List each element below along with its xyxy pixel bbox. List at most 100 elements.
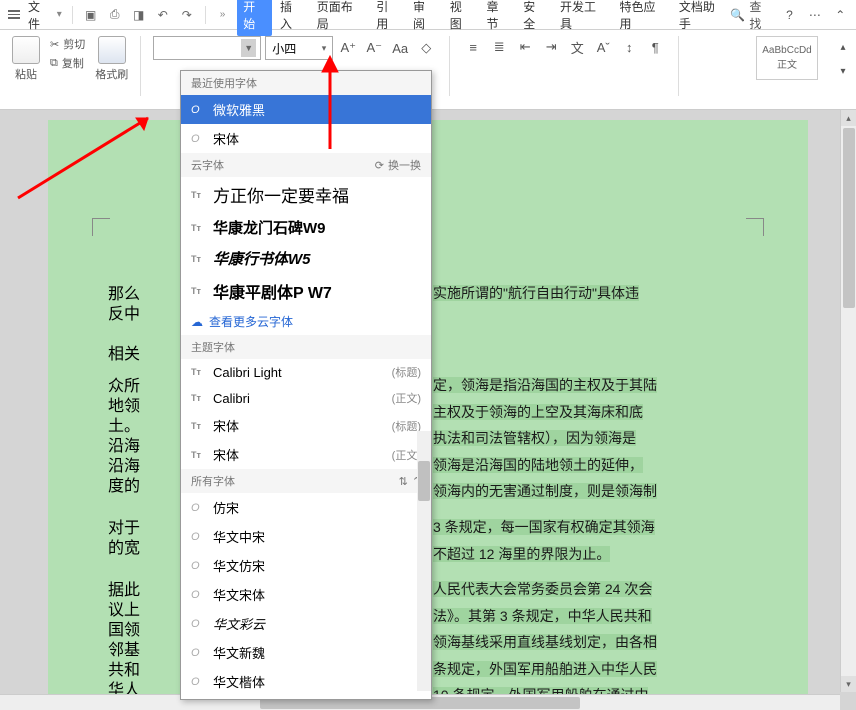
caret-icon[interactable]: ⌃: [833, 7, 848, 23]
hamburger-icon[interactable]: [8, 10, 20, 19]
style-down-button[interactable]: ▾: [832, 60, 854, 82]
indent-dec-button[interactable]: ⇤: [514, 36, 536, 58]
paragraph-group: ≡ ≣ ⇤ ⇥ 文 Aˇ ↕ ¶: [462, 36, 666, 62]
font-item[interactable]: O华文中宋: [181, 522, 431, 551]
redo-icon[interactable]: ↷: [179, 7, 195, 23]
opentype-icon: O: [191, 647, 205, 659]
shrink-font-button[interactable]: A⁻: [363, 37, 385, 59]
help-icon[interactable]: ?: [782, 7, 797, 23]
cut-button[interactable]: ✂ 剪切: [50, 36, 85, 52]
clipboard-group: 粘贴 ✂ 剪切 ⧉ 复制 格式刷: [12, 36, 128, 82]
more-cloud-fonts-link[interactable]: ☁ 查看更多云字体: [181, 308, 431, 335]
font-item[interactable]: Tᴛ 华康龙门石碑W9: [181, 212, 431, 243]
font-item[interactable]: O华文新魏: [181, 638, 431, 667]
font-item[interactable]: O微软雅黑: [181, 95, 431, 124]
truetype-icon: Tᴛ: [191, 223, 205, 233]
tab-5[interactable]: 视图: [444, 0, 479, 36]
font-item[interactable]: TᴛCalibri(正文): [181, 385, 431, 411]
swap-label[interactable]: 换一换: [388, 157, 421, 173]
preview-icon[interactable]: ◨: [131, 7, 147, 23]
cloud-icon: ☁: [191, 315, 203, 329]
opentype-icon: O: [191, 531, 205, 543]
vertical-scrollbar[interactable]: ▴ ▾: [840, 110, 856, 692]
font-dropdown: 最近使用字体 O微软雅黑O宋体 云字体 ⟳ 换一换 Tᴛ方正你一定要幸福Tᴛ华康…: [180, 70, 432, 700]
tab-2[interactable]: 页面布局: [311, 0, 368, 36]
scroll-down-button[interactable]: ▾: [841, 676, 856, 692]
sort-icon[interactable]: ⇅: [399, 475, 408, 488]
font-item[interactable]: O 华文彩云: [181, 609, 431, 638]
search-btn[interactable]: 🔍 查找: [730, 0, 771, 32]
truetype-icon: Tᴛ: [191, 286, 205, 296]
font-item[interactable]: O宋体: [181, 124, 431, 153]
font-item[interactable]: O华文琥珀: [181, 696, 431, 700]
opentype-icon: O: [191, 104, 205, 116]
tab-3[interactable]: 引用: [370, 0, 405, 36]
paragraph: 人民代表大会常务委员会第 24 次会法》。其第 3 条规定，中华人民共和领海基线…: [433, 576, 748, 710]
style-up-button[interactable]: ▴: [832, 36, 854, 58]
font-size-combo[interactable]: 小四 ▾: [265, 36, 333, 60]
scroll-thumb[interactable]: [843, 128, 855, 308]
sort-button[interactable]: ↕: [618, 36, 640, 58]
show-marks-button[interactable]: ¶: [644, 36, 666, 58]
font-item[interactable]: Tᴛ 华康行书体W5: [181, 243, 431, 274]
chevron-icon[interactable]: »: [220, 9, 226, 20]
search-icon: 🔍: [730, 8, 745, 22]
indent-inc-button[interactable]: ⇥: [540, 36, 562, 58]
number-list-button[interactable]: ≣: [488, 36, 510, 58]
font-item[interactable]: Tᴛ华康平剧体P W7: [181, 274, 431, 308]
print-icon[interactable]: ⎙: [107, 7, 123, 23]
section-cloud: 云字体 ⟳ 换一换: [181, 153, 431, 177]
tab-7[interactable]: 安全: [517, 0, 552, 36]
font-item[interactable]: O仿宋: [181, 493, 431, 522]
change-case-button[interactable]: Aa: [389, 37, 411, 59]
scrollbar-thumb[interactable]: [418, 461, 430, 501]
scroll-track[interactable]: [841, 126, 856, 676]
tab-4[interactable]: 审阅: [407, 0, 442, 36]
font-item[interactable]: Tᴛ宋体(标题): [181, 411, 431, 440]
font-label: 华文彩云: [213, 614, 421, 633]
more-icon[interactable]: ⋯: [807, 7, 822, 23]
save-icon[interactable]: ▣: [83, 7, 99, 23]
section-all: 所有字体 ⇅ ⌃: [181, 469, 431, 493]
font-item[interactable]: Tᴛ宋体(正文): [181, 440, 431, 469]
refresh-icon[interactable]: ⟳: [375, 159, 384, 172]
tab-8[interactable]: 开发工具: [554, 0, 611, 36]
align-button[interactable]: Aˇ: [592, 36, 614, 58]
text-direction-button[interactable]: 文: [566, 36, 588, 58]
style-normal[interactable]: AaBbCcDd 正文: [756, 36, 818, 80]
clipboard-icon: [12, 36, 40, 64]
dropdown-scrollbar[interactable]: [417, 431, 431, 691]
grow-font-button[interactable]: A⁺: [337, 37, 359, 59]
font-item[interactable]: O华文仿宋: [181, 551, 431, 580]
paste-button[interactable]: 粘贴: [12, 36, 40, 82]
bullet-list-button[interactable]: ≡: [462, 36, 484, 58]
tab-0[interactable]: 开始: [237, 0, 272, 36]
font-item[interactable]: Tᴛ方正你一定要幸福: [181, 177, 431, 212]
font-label: 华康行书体W5: [213, 248, 421, 269]
font-item[interactable]: TᴛCalibri Light(标题): [181, 359, 431, 385]
separator: [449, 36, 450, 96]
scroll-up-button[interactable]: ▴: [841, 110, 856, 126]
tab-6[interactable]: 章节: [480, 0, 515, 36]
font-label: 华康龙门石碑W9: [213, 217, 421, 238]
font-name-combo[interactable]: ▼: [153, 36, 261, 60]
tab-9[interactable]: 特色应用: [613, 0, 670, 36]
margin-corner-tr: [746, 218, 764, 236]
font-label: 华文楷体: [213, 672, 421, 691]
format-painter-button[interactable]: 格式刷: [95, 36, 128, 82]
tab-10[interactable]: 文档助手: [673, 0, 730, 36]
font-item[interactable]: O华文宋体: [181, 580, 431, 609]
tab-1[interactable]: 插入: [274, 0, 309, 36]
truetype-icon: Tᴛ: [191, 367, 205, 377]
section-theme: 主题字体: [181, 335, 431, 359]
section-recent: 最近使用字体: [181, 71, 431, 95]
file-menu[interactable]: 文件 ▾: [28, 0, 62, 32]
font-item[interactable]: O华文楷体: [181, 667, 431, 696]
copy-button[interactable]: ⧉ 复制: [50, 55, 85, 71]
opentype-icon: O: [191, 618, 205, 630]
clear-format-button[interactable]: ◇: [415, 37, 437, 59]
font-group: ▼ 小四 ▾ A⁺ A⁻ Aa ◇: [153, 36, 437, 64]
undo-icon[interactable]: ↶: [155, 7, 171, 23]
truetype-icon: Tᴛ: [191, 254, 205, 264]
section-label: 云字体: [191, 157, 224, 173]
